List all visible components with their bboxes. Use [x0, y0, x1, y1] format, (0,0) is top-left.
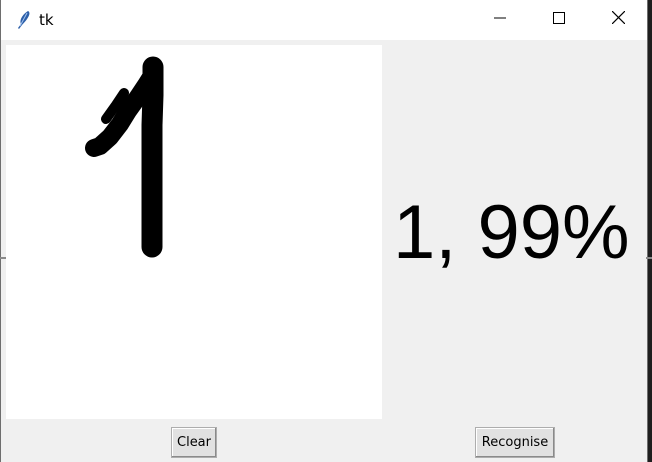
handwritten-digit-drawing — [85, 56, 164, 258]
recognise-button[interactable]: Recognise — [475, 427, 555, 458]
background-window-edge — [646, 257, 652, 259]
drawing-canvas[interactable] — [6, 45, 382, 419]
close-icon — [611, 10, 625, 29]
minimize-button[interactable] — [471, 0, 529, 40]
background-window-edge — [0, 257, 6, 259]
window-title: tk — [39, 11, 54, 29]
title-bar[interactable]: tk — [1, 0, 647, 40]
minimize-icon — [494, 11, 506, 29]
maximize-button[interactable] — [530, 0, 588, 40]
clear-button[interactable]: Clear — [171, 427, 217, 458]
feather-icon — [15, 10, 33, 30]
app-window: tk 1, 99% Clear Recognise — [0, 0, 648, 462]
maximize-icon — [553, 11, 565, 29]
close-button[interactable] — [589, 0, 647, 40]
prediction-result: 1, 99% — [393, 190, 630, 275]
